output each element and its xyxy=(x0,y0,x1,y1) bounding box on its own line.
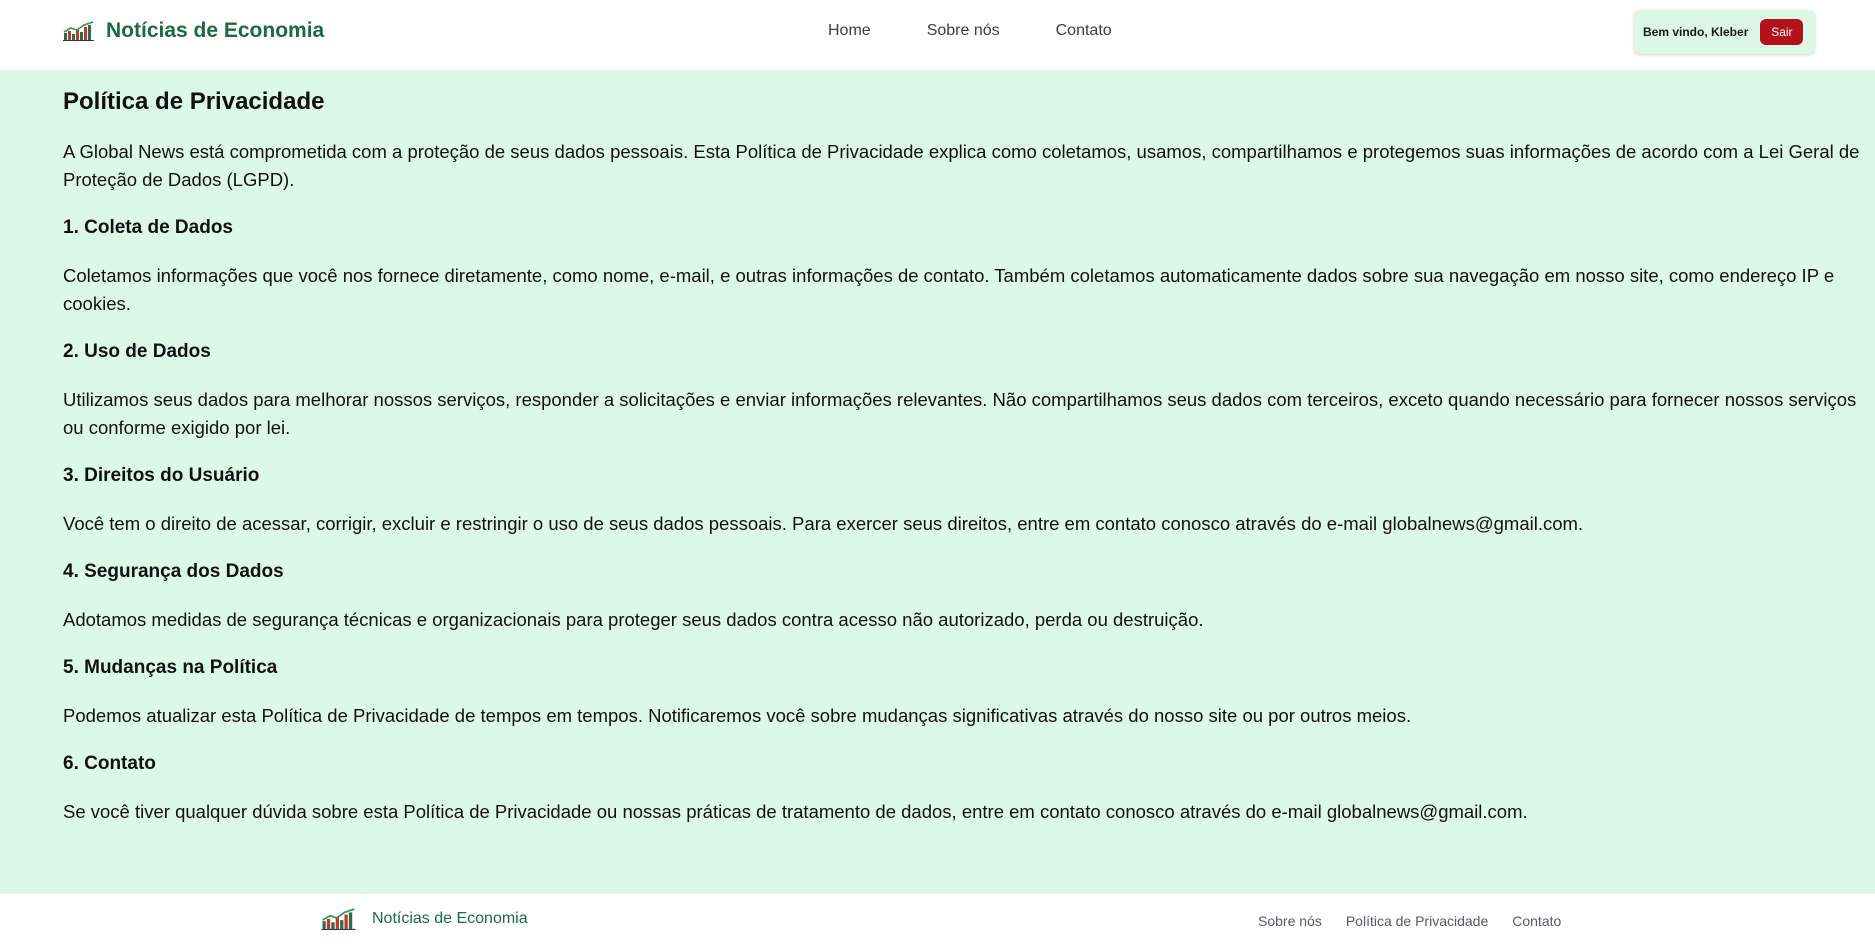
section-text-data-security: Adotamos medidas de segurança técnicas e… xyxy=(63,609,1204,630)
section-heading-user-rights: 3. Direitos do Usuário xyxy=(63,465,260,486)
site-header: Notícias de Economia Home Sobre nós Cont… xyxy=(0,0,1875,70)
nav-contact[interactable]: Contato xyxy=(1056,22,1112,40)
bar-chart-logo-icon xyxy=(63,21,94,41)
privacy-policy-content: Política de Privacidade A Global News es… xyxy=(0,70,1875,894)
footer-brand-title: Notícias de Economia xyxy=(372,910,528,927)
brand-title: Notícias de Economia xyxy=(106,19,325,42)
nav-about[interactable]: Sobre nós xyxy=(927,22,1000,40)
site-footer: Notícias de Economia Sobre nós Política … xyxy=(0,894,1875,944)
section-text-user-rights: Você tem o direito de acessar, corrigir,… xyxy=(63,513,1584,534)
user-box: Bem vindo, Kleber Sair xyxy=(1634,10,1815,54)
section-text-contact: Se você tiver qualquer dúvida sobre esta… xyxy=(63,801,1528,822)
brand-link[interactable]: Notícias de Economia xyxy=(63,19,324,43)
intro-paragraph: A Global News está comprometida com a pr… xyxy=(63,141,1860,190)
footer-link-privacy-policy[interactable]: Política de Privacidade xyxy=(1346,913,1488,929)
section-heading-data-use: 2. Uso de Dados xyxy=(63,341,211,362)
section-text-data-collection: Coletamos informações que você nos forne… xyxy=(63,265,1835,314)
nav-home[interactable]: Home xyxy=(828,22,871,40)
footer-brand-link[interactable]: Notícias de Economia xyxy=(316,908,528,930)
section-heading-policy-changes: 5. Mudanças na Política xyxy=(63,657,278,678)
footer-link-about[interactable]: Sobre nós xyxy=(1258,913,1322,929)
main-nav: Home Sobre nós Contato xyxy=(828,22,1112,40)
logout-button[interactable]: Sair xyxy=(1760,19,1804,45)
section-text-policy-changes: Podemos atualizar esta Política de Priva… xyxy=(63,705,1412,726)
section-heading-data-security: 4. Segurança dos Dados xyxy=(63,561,284,582)
section-heading-data-collection: 1. Coleta de Dados xyxy=(63,217,233,238)
section-heading-contact: 6. Contato xyxy=(63,753,156,774)
footer-link-contact[interactable]: Contato xyxy=(1512,913,1561,929)
bar-chart-logo-icon xyxy=(321,908,356,930)
page-title: Política de Privacidade xyxy=(63,88,325,115)
section-text-data-use: Utilizamos seus dados para melhorar noss… xyxy=(63,389,1857,438)
footer-nav: Sobre nós Política de Privacidade Contat… xyxy=(1258,913,1561,929)
welcome-message: Bem vindo, Kleber xyxy=(1643,25,1749,39)
